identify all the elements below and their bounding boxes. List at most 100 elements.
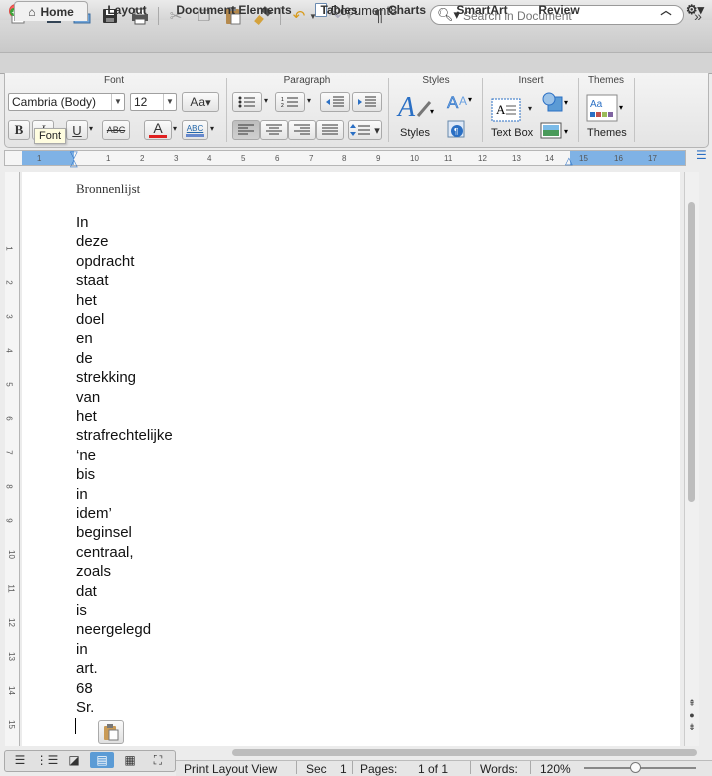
ribbon-separator bbox=[388, 78, 389, 142]
decrease-indent-button[interactable] bbox=[320, 92, 350, 112]
tab-home[interactable]: ⌂ Home bbox=[14, 1, 88, 21]
increase-indent-button[interactable] bbox=[352, 92, 382, 112]
ruler-number: 12 bbox=[478, 154, 487, 163]
document-word-line[interactable]: 68 bbox=[76, 680, 93, 697]
styles-icon[interactable]: A ▾ bbox=[396, 90, 436, 123]
left-indent-marker[interactable]: △ bbox=[70, 158, 78, 169]
document-word-line[interactable]: van bbox=[76, 389, 100, 406]
chevron-down-icon[interactable]: ▼ bbox=[111, 94, 124, 110]
document-word-line[interactable]: bis bbox=[76, 466, 95, 483]
line-spacing-button[interactable]: ▾ bbox=[348, 120, 382, 140]
collapse-ribbon-icon[interactable]: ︿ bbox=[658, 1, 674, 19]
status-pages-value: 1 of 1 bbox=[418, 762, 449, 776]
numbering-button[interactable]: 12 bbox=[275, 92, 305, 112]
ribbon-separator bbox=[578, 78, 579, 142]
themes-icon[interactable]: Aa ▾ bbox=[586, 94, 626, 124]
svg-text:▾: ▾ bbox=[564, 127, 568, 136]
themes-label[interactable]: Themes bbox=[587, 127, 627, 139]
svg-text:A: A bbox=[447, 93, 459, 112]
notebook-view-icon[interactable]: ▦ bbox=[118, 752, 142, 768]
font-name-select[interactable]: Cambria (Body) ▼ bbox=[8, 93, 125, 111]
document-word-line[interactable]: dat bbox=[76, 583, 97, 600]
styles-label[interactable]: Styles bbox=[400, 127, 430, 139]
document-word-line[interactable]: deze bbox=[76, 233, 109, 250]
document-word-line[interactable]: art. bbox=[76, 660, 98, 677]
underline-dropdown-icon[interactable]: ▾ bbox=[89, 124, 93, 133]
font-size-select[interactable]: 12 ▼ bbox=[130, 93, 177, 111]
document-word-line[interactable]: het bbox=[76, 408, 97, 425]
ruler-number: 4 bbox=[4, 348, 14, 353]
document-word-line[interactable]: neergelegd bbox=[76, 621, 151, 638]
document-word-line[interactable]: en bbox=[76, 330, 93, 347]
document-word-line[interactable]: Sr. bbox=[76, 699, 94, 716]
zoom-level[interactable]: 120% bbox=[540, 762, 571, 776]
gear-icon[interactable]: ⚙▾ bbox=[682, 1, 708, 19]
highlight-button[interactable]: ABC bbox=[182, 120, 208, 140]
document-word-line[interactable]: de bbox=[76, 350, 93, 367]
tab-tables[interactable]: Tables bbox=[310, 1, 368, 19]
ruler-number: 14 bbox=[6, 686, 16, 695]
document-word-line[interactable]: strafrechtelijke bbox=[76, 427, 173, 444]
document-word-line[interactable]: In bbox=[76, 214, 89, 231]
text-box-icon[interactable]: A bbox=[490, 96, 526, 124]
document-word-line[interactable]: het bbox=[76, 292, 97, 309]
page-header[interactable]: Bronnenlijst bbox=[76, 181, 140, 197]
tab-charts[interactable]: Charts bbox=[378, 1, 436, 19]
print-layout-view-icon[interactable]: ▤ bbox=[90, 752, 114, 768]
font-color-dropdown-icon[interactable]: ▾ bbox=[173, 124, 177, 133]
bullets-button[interactable] bbox=[232, 92, 262, 112]
ruler-number: 11 bbox=[444, 154, 453, 163]
document-word-line[interactable]: strekking bbox=[76, 369, 136, 386]
document-word-line[interactable]: in bbox=[76, 486, 88, 503]
paste-options-icon[interactable] bbox=[98, 720, 124, 744]
right-indent-marker[interactable]: △ bbox=[565, 156, 573, 167]
underline-button[interactable]: U bbox=[66, 120, 88, 140]
toolbar-separator bbox=[158, 7, 159, 25]
tooltip: Font bbox=[34, 128, 67, 144]
align-right-button[interactable] bbox=[288, 120, 316, 140]
status-separator bbox=[352, 761, 353, 774]
horizontal-scroll-thumb[interactable] bbox=[232, 749, 697, 756]
reveal-formatting-icon[interactable]: ¶ bbox=[447, 120, 467, 140]
font-color-button[interactable]: A bbox=[144, 120, 172, 140]
ruler-number: 15 bbox=[579, 154, 588, 163]
align-left-button[interactable] bbox=[232, 120, 260, 140]
tab-document-elements[interactable]: Document Elements bbox=[166, 1, 302, 19]
zoom-slider-thumb[interactable] bbox=[630, 762, 641, 773]
tab-smartart[interactable]: SmartArt bbox=[446, 1, 518, 19]
justify-button[interactable] bbox=[316, 120, 344, 140]
text-box-dropdown-icon[interactable]: ▾ bbox=[528, 104, 532, 113]
document-word-line[interactable]: is bbox=[76, 602, 87, 619]
document-word-line[interactable]: in bbox=[76, 641, 88, 658]
align-center-button[interactable] bbox=[260, 120, 288, 140]
numbering-dropdown-icon[interactable]: ▾ bbox=[307, 96, 311, 105]
highlight-dropdown-icon[interactable]: ▾ bbox=[210, 124, 214, 133]
document-word-line[interactable]: ‘ne bbox=[76, 447, 96, 464]
ruler-toggle-icon[interactable]: ☰ bbox=[696, 148, 707, 162]
page-navigation-icons[interactable]: ⇞ ● ⇟ bbox=[686, 697, 698, 745]
font-color-bar bbox=[149, 135, 167, 138]
bold-button[interactable]: B bbox=[8, 120, 30, 140]
bullets-dropdown-icon[interactable]: ▾ bbox=[264, 96, 268, 105]
document-word-line[interactable]: staat bbox=[76, 272, 109, 289]
vertical-scroll-thumb[interactable] bbox=[688, 202, 695, 502]
document-word-line[interactable]: zoals bbox=[76, 563, 111, 580]
shapes-icon[interactable]: ▾ bbox=[540, 91, 570, 113]
document-word-line[interactable]: opdracht bbox=[76, 253, 134, 270]
document-word-line[interactable]: centraal, bbox=[76, 544, 134, 561]
chevron-down-icon[interactable]: ▼ bbox=[163, 94, 176, 110]
outline-view-icon[interactable]: ⋮☰ bbox=[35, 752, 59, 768]
draft-view-icon[interactable]: ☰ bbox=[8, 752, 32, 768]
tab-review[interactable]: Review bbox=[528, 1, 590, 19]
focus-view-icon[interactable]: ⛶ bbox=[146, 752, 170, 768]
change-case-button[interactable]: Aa ▾ bbox=[182, 92, 219, 112]
document-word-line[interactable]: doel bbox=[76, 311, 104, 328]
picture-icon[interactable]: ▾ bbox=[540, 120, 570, 142]
publishing-layout-view-icon[interactable]: ◪ bbox=[62, 752, 86, 768]
document-word-line[interactable]: beginsel bbox=[76, 524, 132, 541]
document-word-line[interactable]: idem’ bbox=[76, 505, 112, 522]
tab-layout[interactable]: Layout bbox=[98, 1, 156, 19]
text-effects-icon[interactable]: A A ▾ bbox=[445, 90, 475, 113]
text-box-label[interactable]: Text Box bbox=[491, 127, 533, 139]
strikethrough-button[interactable]: ABC bbox=[102, 120, 130, 140]
